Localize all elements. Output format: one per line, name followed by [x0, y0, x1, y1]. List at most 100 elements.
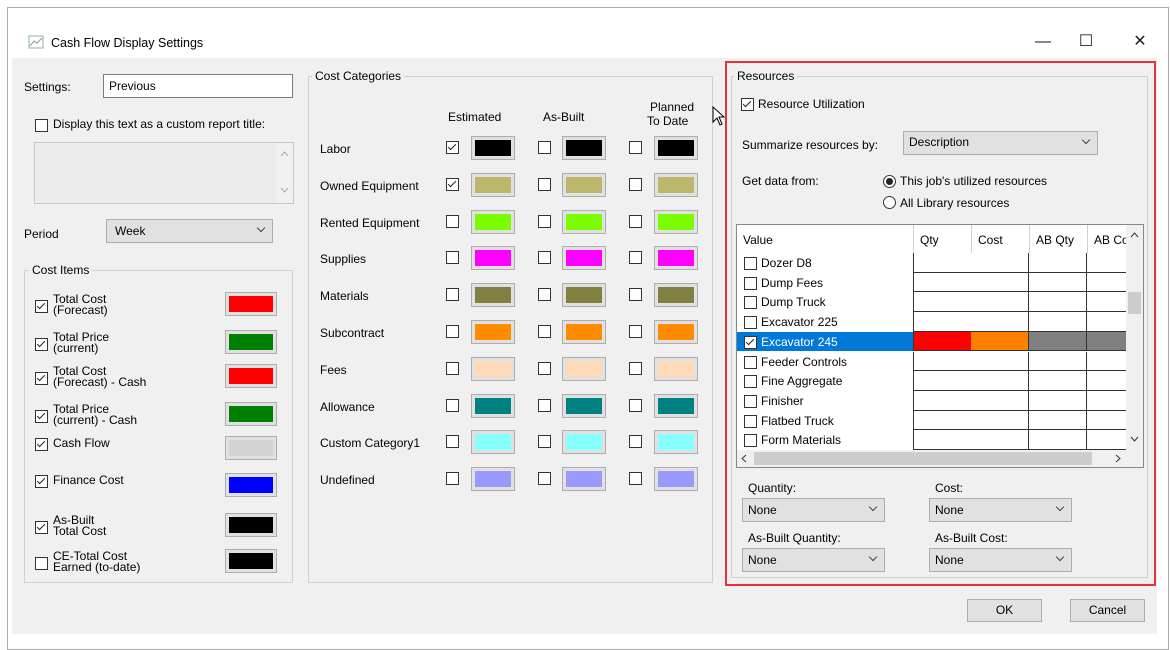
cost-category-planned-color-button[interactable]: [654, 393, 698, 418]
cost-category-asbuilt-checkbox[interactable]: [538, 472, 551, 486]
cost-category-estimated-color-button[interactable]: [471, 430, 515, 455]
cost-category-estimated-color-button[interactable]: [471, 467, 515, 492]
grid-name-cell[interactable]: Flatbed Truck: [737, 411, 913, 431]
grid-row[interactable]: Flatbed Truck: [737, 410, 1143, 431]
grid-cell[interactable]: [913, 430, 972, 450]
cost-item-checkbox[interactable]: [35, 438, 48, 451]
grid-row[interactable]: Fine Aggregate: [737, 371, 1143, 391]
cost-item-checkbox[interactable]: [35, 300, 48, 313]
grid-cell[interactable]: [971, 410, 1029, 431]
cost-category-estimated-checkbox[interactable]: [446, 435, 459, 449]
cost-category-estimated-checkbox[interactable]: [446, 361, 459, 375]
settings-input[interactable]: Previous: [103, 74, 293, 98]
grid-row[interactable]: Dump Truck: [737, 292, 1143, 313]
cost-category-estimated-checkbox[interactable]: [446, 214, 459, 228]
grid-row[interactable]: Feeder Controls: [737, 351, 1143, 372]
grid-cell[interactable]: [1029, 312, 1087, 332]
cost-item-checkbox[interactable]: [35, 475, 48, 488]
resource-utilization-checkbox[interactable]: [741, 98, 754, 111]
cost-category-planned-color-button[interactable]: [654, 209, 698, 234]
grid-row-checkbox[interactable]: [744, 375, 757, 389]
cost-category-asbuilt-color-button[interactable]: [562, 172, 606, 197]
cost-category-asbuilt-checkbox[interactable]: [538, 214, 551, 228]
cost-category-asbuilt-color-button[interactable]: [562, 283, 606, 308]
cost-category-asbuilt-checkbox[interactable]: [538, 325, 551, 338]
grid-row-checkbox[interactable]: [744, 394, 757, 408]
cost-category-asbuilt-checkbox[interactable]: [538, 251, 551, 265]
cost-category-estimated-checkbox[interactable]: [446, 251, 459, 265]
grid-row[interactable]: Excavator 225: [737, 312, 1143, 332]
grid-cell[interactable]: [971, 371, 1029, 391]
cancel-button[interactable]: Cancel: [1070, 599, 1145, 622]
cost-category-estimated-checkbox[interactable]: [446, 288, 459, 302]
grid-name-cell[interactable]: Dump Truck: [737, 292, 913, 312]
cost-category-estimated-color-button[interactable]: [471, 393, 515, 418]
scroll-left-icon[interactable]: [741, 454, 747, 463]
grid-cell[interactable]: [913, 410, 972, 431]
grid-row-checkbox[interactable]: [744, 414, 757, 428]
grid-cell[interactable]: [913, 292, 972, 313]
ab-cost-select[interactable]: None: [929, 548, 1072, 572]
grid-cell[interactable]: [971, 253, 1029, 273]
radio-job-resources[interactable]: [883, 175, 896, 188]
cost-item-color-button[interactable]: [225, 330, 277, 354]
grid-cell[interactable]: [971, 430, 1029, 450]
cost-category-asbuilt-color-button[interactable]: [562, 467, 606, 492]
cost-category-planned-color-button[interactable]: [654, 430, 698, 455]
hscroll-thumb[interactable]: [754, 452, 1092, 465]
cost-item-checkbox[interactable]: [35, 338, 48, 351]
cost-category-planned-checkbox[interactable]: [629, 361, 642, 375]
grid-name-cell[interactable]: Dozer D8: [737, 253, 913, 273]
resources-grid[interactable]: Value Qty Cost AB Qty AB Co Dozer D8 Dump Fee…: [736, 224, 1144, 468]
cost-item-color-button[interactable]: [225, 402, 277, 426]
grid-row-checkbox[interactable]: [744, 296, 757, 310]
grid-cell[interactable]: [971, 351, 1029, 372]
scroll-up-icon[interactable]: [280, 151, 289, 157]
cost-category-asbuilt-color-button[interactable]: [562, 209, 606, 234]
cost-category-asbuilt-checkbox[interactable]: [538, 435, 551, 449]
custom-title-textarea[interactable]: [34, 142, 294, 204]
summarize-select[interactable]: Description: [903, 131, 1098, 155]
cost-category-estimated-checkbox[interactable]: [446, 398, 459, 412]
cost-category-planned-color-button[interactable]: [654, 320, 698, 344]
cost-item-color-button[interactable]: [225, 364, 277, 388]
grid-column-header[interactable]: Qty: [913, 225, 972, 253]
ab-quantity-select[interactable]: None: [742, 548, 885, 572]
grid-row[interactable]: Excavator 245: [737, 331, 1143, 352]
grid-row-checkbox[interactable]: [744, 276, 757, 290]
cost-select[interactable]: None: [929, 498, 1072, 522]
cost-category-asbuilt-color-button[interactable]: [562, 430, 606, 455]
scroll-up-icon[interactable]: [1130, 232, 1139, 238]
grid-row-checkbox[interactable]: [744, 434, 757, 448]
cost-category-estimated-checkbox[interactable]: [446, 177, 459, 191]
grid-name-cell[interactable]: Finisher: [737, 391, 913, 411]
cost-category-asbuilt-color-button[interactable]: [562, 356, 606, 381]
grid-cell[interactable]: [971, 292, 1029, 313]
grid-cell[interactable]: [1029, 430, 1087, 450]
cost-item-color-button[interactable]: [225, 473, 277, 497]
quantity-select[interactable]: None: [742, 498, 885, 522]
cost-category-estimated-checkbox[interactable]: [446, 472, 459, 486]
cost-category-planned-color-button[interactable]: [654, 356, 698, 381]
cost-item-color-button[interactable]: [225, 436, 277, 460]
cost-category-planned-color-button[interactable]: [654, 246, 698, 271]
grid-cell[interactable]: [913, 390, 972, 411]
grid-cell[interactable]: [1029, 272, 1087, 293]
grid-row[interactable]: Dump Fees: [737, 272, 1143, 293]
grid-cell[interactable]: [971, 390, 1029, 411]
grid-name-cell[interactable]: Form Materials: [737, 430, 913, 450]
cost-category-planned-color-button[interactable]: [654, 136, 698, 160]
cost-category-estimated-color-button[interactable]: [471, 136, 515, 160]
scroll-down-icon[interactable]: [1130, 436, 1139, 442]
grid-row[interactable]: Finisher: [737, 390, 1143, 411]
cost-category-planned-checkbox[interactable]: [629, 214, 642, 228]
scroll-down-icon[interactable]: [280, 187, 289, 193]
close-button[interactable]: ✕: [1125, 32, 1155, 52]
cost-category-asbuilt-checkbox[interactable]: [538, 288, 551, 302]
cost-category-planned-checkbox[interactable]: [629, 325, 642, 338]
cost-category-estimated-color-button[interactable]: [471, 172, 515, 197]
grid-cell[interactable]: [913, 331, 972, 352]
cost-category-estimated-color-button[interactable]: [471, 209, 515, 234]
grid-cell[interactable]: [971, 272, 1029, 293]
maximize-button[interactable]: ☐: [1071, 32, 1101, 52]
